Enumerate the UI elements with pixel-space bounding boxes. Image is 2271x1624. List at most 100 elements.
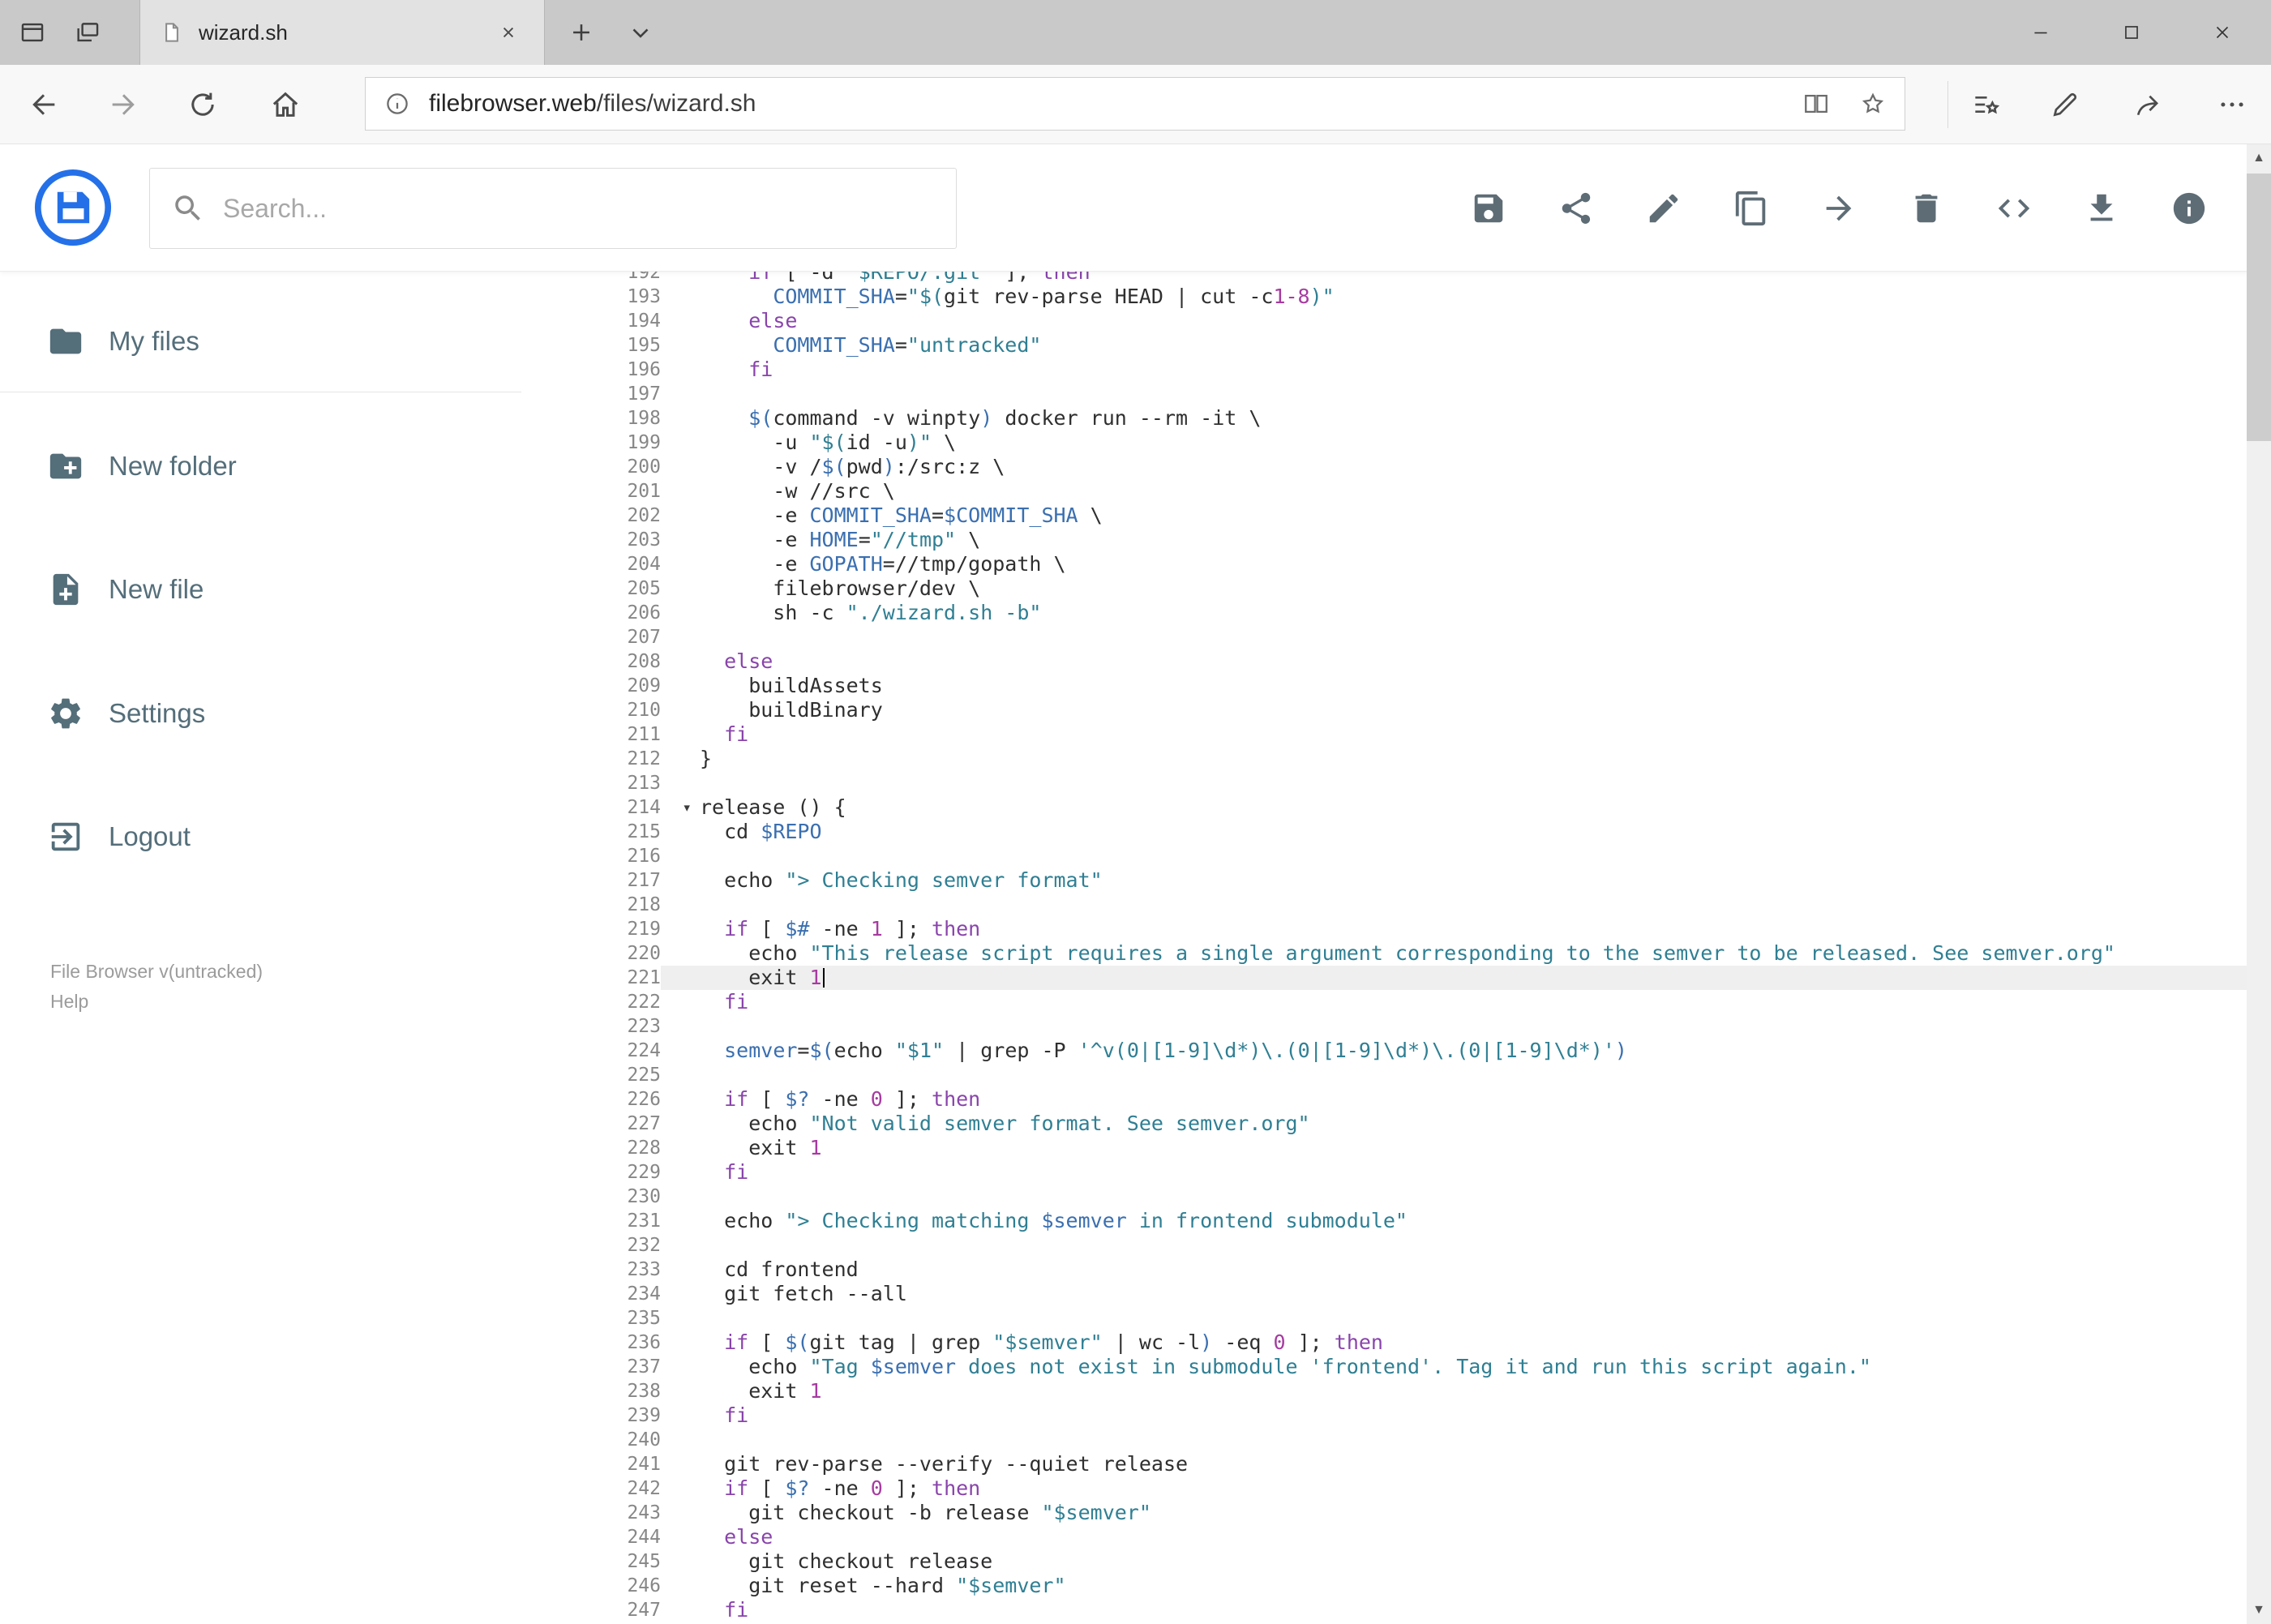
- code-text[interactable]: $(command -v winpty) docker run --rm -it…: [661, 406, 2247, 431]
- line-number[interactable]: 192: [521, 272, 661, 285]
- code-text[interactable]: fi: [661, 1598, 2247, 1622]
- tab-preview-button[interactable]: [8, 0, 57, 65]
- code-line[interactable]: 241 git rev-parse --verify --quiet relea…: [521, 1452, 2247, 1476]
- code-line[interactable]: 238 exit 1: [521, 1379, 2247, 1403]
- code-text[interactable]: git fetch --all: [661, 1282, 2247, 1306]
- code-line[interactable]: 242 if [ $? -ne 0 ]; then: [521, 1476, 2247, 1501]
- copy-button[interactable]: [1733, 190, 1770, 227]
- hub-button[interactable]: [1956, 65, 2015, 144]
- code-line[interactable]: 204 -e GOPATH=//tmp/gopath \: [521, 552, 2247, 576]
- code-text[interactable]: fi: [661, 990, 2247, 1014]
- code-line[interactable]: 194 else: [521, 309, 2247, 333]
- line-number[interactable]: 200: [521, 455, 661, 479]
- line-number[interactable]: 213: [521, 771, 661, 795]
- code-line[interactable]: 235: [521, 1306, 2247, 1330]
- code-line[interactable]: 227 echo "Not valid semver format. See s…: [521, 1112, 2247, 1136]
- filebrowser-logo[interactable]: [34, 169, 112, 246]
- code-line[interactable]: 246 git reset --hard "$semver": [521, 1574, 2247, 1598]
- code-line[interactable]: 199 -u "$(id -u)" \: [521, 431, 2247, 455]
- sidebar-item-my-files[interactable]: My files: [0, 315, 521, 367]
- line-number[interactable]: 225: [521, 1063, 661, 1087]
- line-number[interactable]: 222: [521, 990, 661, 1014]
- code-line[interactable]: 211 fi: [521, 722, 2247, 747]
- code-line[interactable]: 203 -e HOME="//tmp" \: [521, 528, 2247, 552]
- move-button[interactable]: [1820, 190, 1858, 227]
- line-number[interactable]: 217: [521, 868, 661, 893]
- code-line[interactable]: 232: [521, 1233, 2247, 1258]
- code-line[interactable]: 206 sh -c "./wizard.sh -b": [521, 601, 2247, 625]
- line-number[interactable]: 205: [521, 576, 661, 601]
- web-note-button[interactable]: [2036, 65, 2094, 144]
- code-text[interactable]: COMMIT_SHA="$(git rev-parse HEAD | cut -…: [661, 285, 2247, 309]
- code-text[interactable]: buildAssets: [661, 674, 2247, 698]
- line-number[interactable]: 239: [521, 1403, 661, 1428]
- code-text[interactable]: -e COMMIT_SHA=$COMMIT_SHA \: [661, 503, 2247, 528]
- code-text[interactable]: if [ $# -ne 1 ]; then: [661, 917, 2247, 941]
- code-line[interactable]: 196 fi: [521, 358, 2247, 382]
- line-number[interactable]: 198: [521, 406, 661, 431]
- code-line[interactable]: 220 echo "This release script requires a…: [521, 941, 2247, 966]
- maximize-button[interactable]: [2086, 0, 2177, 65]
- delete-button[interactable]: [1908, 190, 1945, 227]
- code-text[interactable]: else: [661, 649, 2247, 674]
- code-line[interactable]: 218: [521, 893, 2247, 917]
- code-text[interactable]: filebrowser/dev \: [661, 576, 2247, 601]
- code-text[interactable]: echo "> Checking matching $semver in fro…: [661, 1209, 2247, 1233]
- code-line[interactable]: 216: [521, 844, 2247, 868]
- code-line[interactable]: 224 semver=$(echo "$1" | grep -P '^v(0|[…: [521, 1039, 2247, 1063]
- line-number[interactable]: 246: [521, 1574, 661, 1598]
- line-number[interactable]: 197: [521, 382, 661, 406]
- line-number[interactable]: 206: [521, 601, 661, 625]
- edit-button[interactable]: [1645, 190, 1682, 227]
- code-line[interactable]: 237 echo "Tag $semver does not exist in …: [521, 1355, 2247, 1379]
- code-text[interactable]: }: [661, 747, 2247, 771]
- code-line[interactable]: 234 git fetch --all: [521, 1282, 2247, 1306]
- line-number[interactable]: 231: [521, 1209, 661, 1233]
- line-number[interactable]: 233: [521, 1258, 661, 1282]
- line-number[interactable]: 236: [521, 1330, 661, 1355]
- code-line[interactable]: 208 else: [521, 649, 2247, 674]
- code-line[interactable]: 215 cd $REPO: [521, 820, 2247, 844]
- help-link[interactable]: Help: [50, 987, 263, 1017]
- code-line[interactable]: 225: [521, 1063, 2247, 1087]
- fold-arrow-icon[interactable]: ▾: [683, 795, 692, 820]
- more-menu-button[interactable]: [2203, 65, 2261, 144]
- line-number[interactable]: 195: [521, 333, 661, 358]
- code-line[interactable]: 209 buildAssets: [521, 674, 2247, 698]
- line-number[interactable]: 199: [521, 431, 661, 455]
- code-text[interactable]: [661, 1185, 2247, 1209]
- code-text[interactable]: [661, 771, 2247, 795]
- code-text[interactable]: if [ $? -ne 0 ]; then: [661, 1087, 2247, 1112]
- code-text[interactable]: if [ $(git tag | grep "$semver" | wc -l)…: [661, 1330, 2247, 1355]
- code-text[interactable]: if [ -d "$REPO/.git" ]; then: [661, 272, 2247, 285]
- code-line[interactable]: 195 COMMIT_SHA="untracked": [521, 333, 2247, 358]
- refresh-button[interactable]: [174, 65, 231, 144]
- close-window-button[interactable]: [2177, 0, 2268, 65]
- line-number[interactable]: 238: [521, 1379, 661, 1403]
- line-number[interactable]: 242: [521, 1476, 661, 1501]
- code-text[interactable]: fi: [661, 358, 2247, 382]
- line-number[interactable]: 235: [521, 1306, 661, 1330]
- line-number[interactable]: 210: [521, 698, 661, 722]
- code-line[interactable]: 210 buildBinary: [521, 698, 2247, 722]
- code-text[interactable]: git rev-parse --verify --quiet release: [661, 1452, 2247, 1476]
- code-text[interactable]: -u "$(id -u)" \: [661, 431, 2247, 455]
- line-number[interactable]: 196: [521, 358, 661, 382]
- line-number[interactable]: 227: [521, 1112, 661, 1136]
- line-number[interactable]: 232: [521, 1233, 661, 1258]
- line-number[interactable]: 220: [521, 941, 661, 966]
- line-number[interactable]: 234: [521, 1282, 661, 1306]
- line-number[interactable]: 237: [521, 1355, 661, 1379]
- code-line[interactable]: 222 fi: [521, 990, 2247, 1014]
- code-line[interactable]: 214 ▾ release () {: [521, 795, 2247, 820]
- code-line[interactable]: 223: [521, 1014, 2247, 1039]
- site-info-icon[interactable]: [383, 90, 411, 118]
- code-line[interactable]: 198 $(command -v winpty) docker run --rm…: [521, 406, 2247, 431]
- code-line[interactable]: 233 cd frontend: [521, 1258, 2247, 1282]
- code-line[interactable]: 228 exit 1: [521, 1136, 2247, 1160]
- tab-list-button[interactable]: [615, 0, 666, 65]
- line-number[interactable]: 203: [521, 528, 661, 552]
- code-text[interactable]: exit 1: [661, 1136, 2247, 1160]
- code-text[interactable]: semver=$(echo "$1" | grep -P '^v(0|[1-9]…: [661, 1039, 2247, 1063]
- browser-tab[interactable]: wizard.sh: [139, 0, 545, 65]
